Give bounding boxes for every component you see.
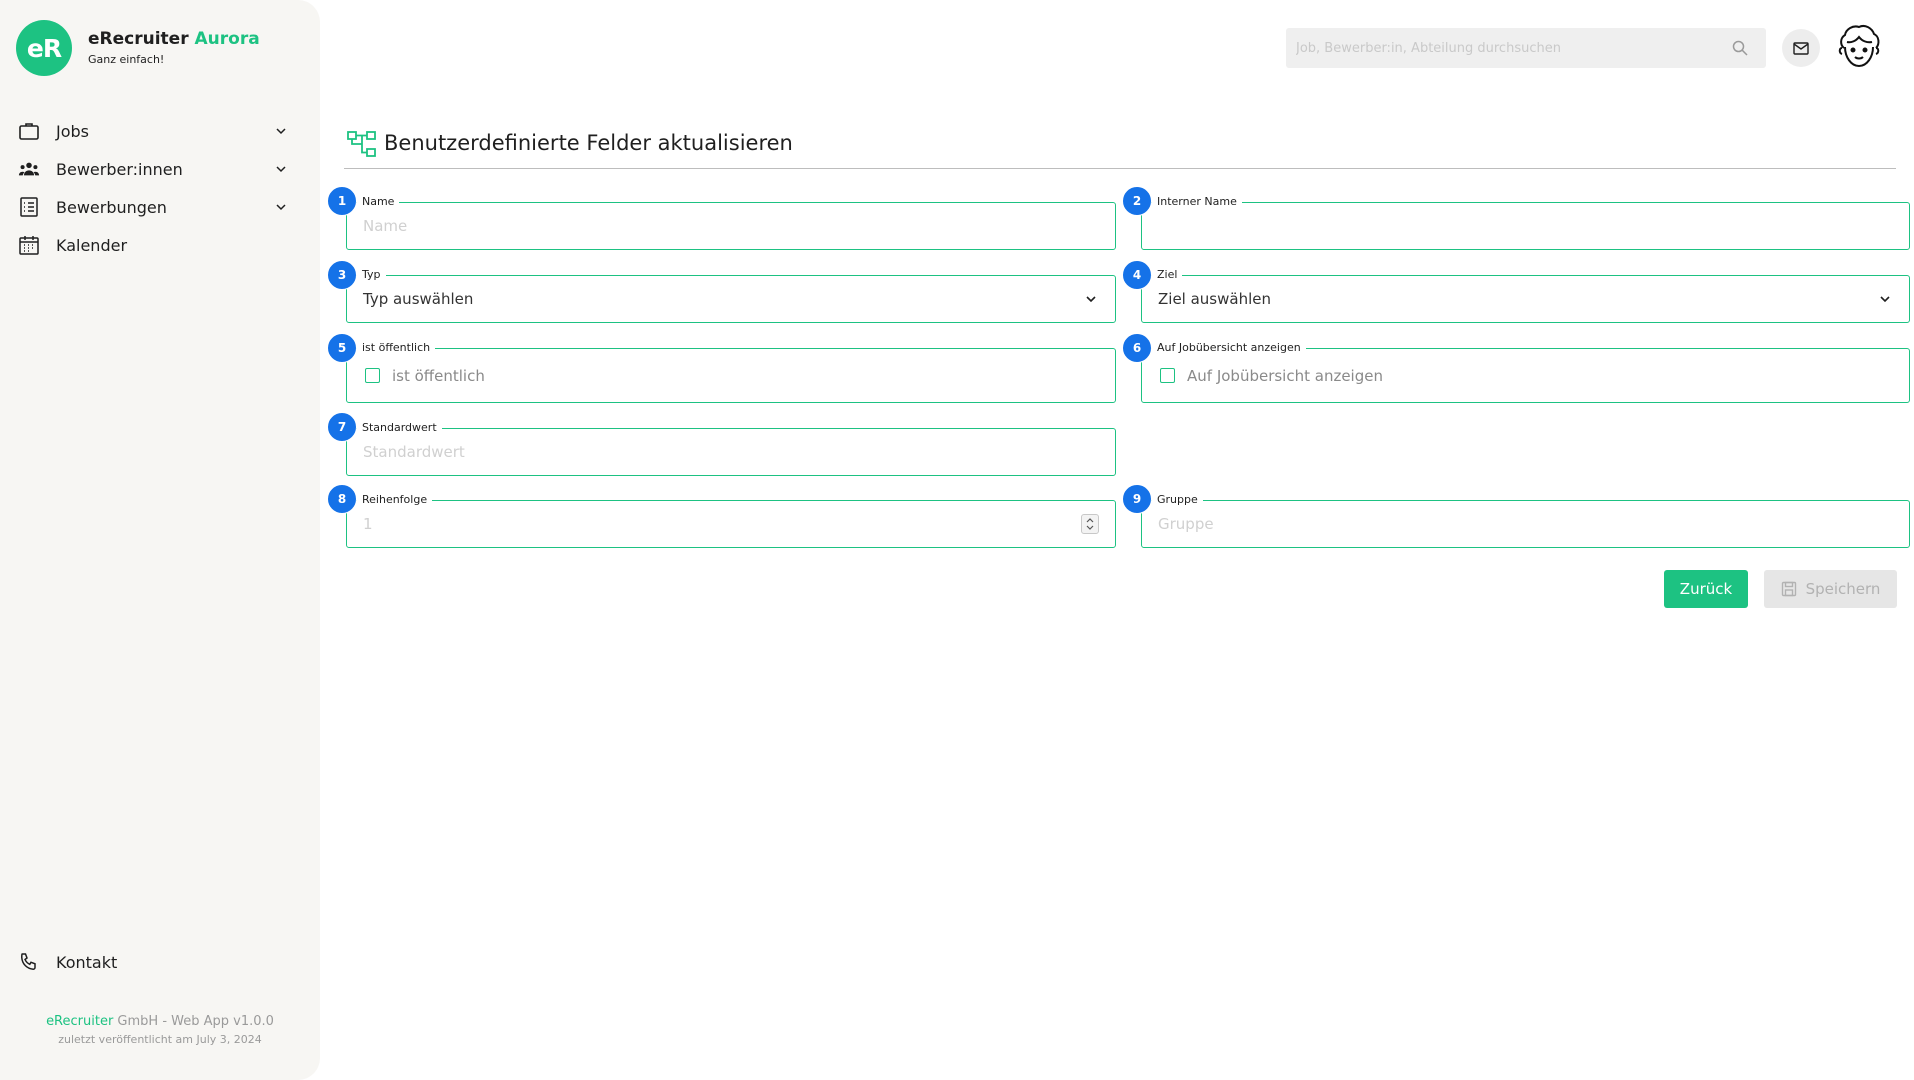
footer-version: eRecruiter GmbH - Web App v1.0.0	[0, 1014, 320, 1029]
checkbox-label: ist öffentlich	[392, 366, 485, 385]
contact-label: Kontakt	[56, 952, 118, 972]
step-badge: 5	[327, 333, 357, 363]
target-select[interactable]: Ziel Ziel auswählen	[1141, 267, 1910, 323]
step-badge: 9	[1122, 484, 1152, 514]
save-button-label: Speichern	[1805, 580, 1881, 598]
messages-button[interactable]	[1782, 29, 1820, 67]
is-public-field: ist öffentlich ist öffentlich	[346, 340, 1116, 403]
step-badge: 4	[1122, 260, 1152, 290]
group-field: Gruppe	[1141, 492, 1910, 548]
step-badge: 2	[1122, 186, 1152, 216]
sidebar-item-label: Bewerber:innen	[56, 159, 183, 179]
page-header: Benutzerdefinierte Felder aktualisieren	[344, 128, 1896, 169]
stepper-arrows-icon	[1086, 518, 1094, 530]
search-icon[interactable]	[1732, 40, 1748, 56]
default-value-input[interactable]	[363, 429, 1101, 475]
order-stepper[interactable]	[1081, 514, 1099, 534]
footer-company-link[interactable]: eRecruiter	[46, 1014, 113, 1029]
chevron-down-icon	[1086, 296, 1096, 303]
checkbox-label: Auf Jobübersicht anzeigen	[1187, 366, 1383, 385]
default-value-field: Standardwert	[346, 420, 1116, 476]
sidebar-nav: Jobs Bewerber:innen Bewerbungen Kalender	[0, 112, 320, 264]
sidebar-item-bewerbungen[interactable]: Bewerbungen	[0, 188, 320, 226]
calendar-icon	[18, 234, 40, 256]
target-select-placeholder: Ziel auswählen	[1158, 290, 1271, 308]
briefcase-icon	[18, 120, 40, 142]
brand-name-accent: Aurora	[194, 29, 260, 49]
name-field: Name	[346, 194, 1116, 250]
logo[interactable]: eR	[16, 20, 72, 76]
chevron-down-icon	[1880, 296, 1890, 303]
step-badge: 7	[327, 412, 357, 442]
save-icon	[1781, 581, 1796, 597]
mail-icon	[1793, 41, 1809, 55]
show-on-job-overview-field: Auf Jobübersicht anzeigen Auf Jobübersic…	[1141, 340, 1910, 403]
hierarchy-icon	[347, 131, 376, 157]
app-root: eR eRecruiter Aurora Ganz einfach! Jobs	[0, 0, 1914, 1080]
people-icon	[18, 158, 40, 180]
chevron-down-icon[interactable]	[272, 198, 290, 216]
footer-version-text: GmbH - Web App v1.0.0	[113, 1014, 274, 1029]
phone-icon	[18, 951, 40, 973]
step-badge: 8	[327, 484, 357, 514]
name-input[interactable]	[363, 203, 1101, 249]
brand-tagline: Ganz einfach!	[88, 53, 165, 66]
internal-name-field: Interner Name	[1141, 194, 1910, 250]
step-badge: 1	[327, 186, 357, 216]
order-field: Reihenfolge	[346, 492, 1116, 548]
brand-name-text: eRecruiter	[88, 29, 189, 49]
sidebar-item-label: Kalender	[56, 235, 128, 255]
chevron-down-icon[interactable]	[272, 122, 290, 140]
group-input[interactable]	[1158, 501, 1895, 547]
footer-published: zuletzt veröffentlicht am July 3, 2024	[58, 1033, 262, 1046]
internal-name-input[interactable]	[1158, 203, 1895, 249]
user-avatar[interactable]	[1834, 22, 1884, 72]
sidebar: eR eRecruiter Aurora Ganz einfach! Jobs	[0, 0, 320, 1080]
is-public-checkbox[interactable]	[365, 368, 380, 383]
type-select[interactable]: Typ Typ auswählen	[346, 267, 1116, 323]
field-legend: ist öffentlich	[357, 340, 436, 356]
sidebar-item-kalender[interactable]: Kalender	[0, 226, 320, 264]
sidebar-item-label: Bewerbungen	[56, 197, 167, 217]
back-button[interactable]: Zurück	[1664, 570, 1748, 608]
step-badge: 3	[327, 260, 357, 290]
show-on-job-overview-checkbox[interactable]	[1160, 368, 1175, 383]
search-input[interactable]	[1296, 40, 1716, 56]
brand-name: eRecruiter Aurora	[88, 29, 260, 49]
step-badge: 6	[1122, 333, 1152, 363]
show-on-job-overview-checkbox-row[interactable]: Auf Jobübersicht anzeigen	[1160, 367, 1383, 385]
order-input[interactable]	[363, 501, 1101, 547]
chevron-down-icon[interactable]	[272, 160, 290, 178]
save-button[interactable]: Speichern	[1764, 570, 1897, 608]
search-bar	[1286, 28, 1766, 68]
page-title: Benutzerdefinierte Felder aktualisieren	[384, 131, 793, 155]
is-public-checkbox-row[interactable]: ist öffentlich	[365, 367, 485, 385]
field-legend: Auf Jobübersicht anzeigen	[1152, 340, 1306, 356]
sidebar-item-kontakt[interactable]: Kontakt	[18, 951, 117, 973]
sidebar-item-jobs[interactable]: Jobs	[0, 112, 320, 150]
sidebar-item-label: Jobs	[56, 121, 89, 141]
type-select-placeholder: Typ auswählen	[363, 290, 474, 308]
list-document-icon	[18, 196, 40, 218]
sidebar-item-bewerber[interactable]: Bewerber:innen	[0, 150, 320, 188]
avatar-face-icon	[1838, 24, 1880, 68]
